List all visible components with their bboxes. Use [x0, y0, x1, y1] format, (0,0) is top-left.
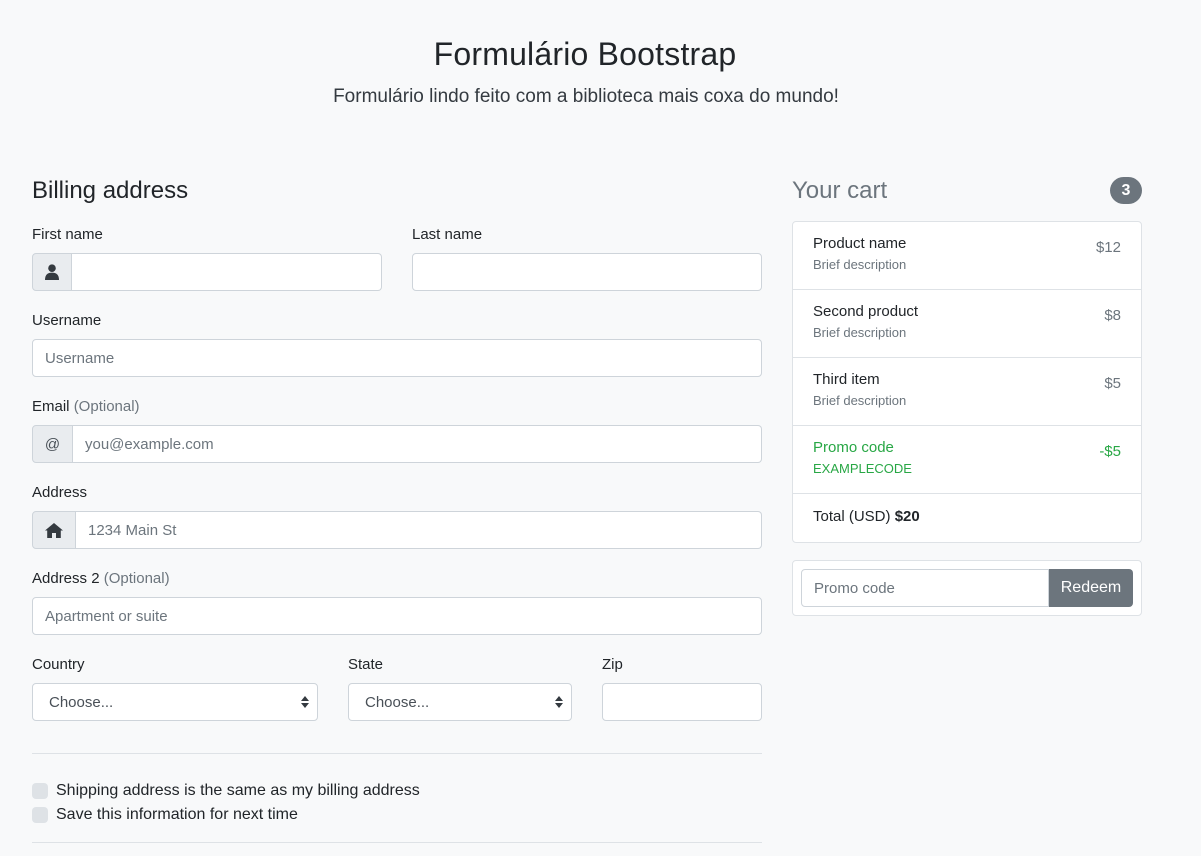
same-address-checkbox[interactable]: Shipping address is the same as my billi…: [32, 782, 420, 800]
last-name-label: Last name: [412, 226, 483, 243]
last-name-input[interactable]: [412, 253, 762, 291]
redeem-button[interactable]: Redeem: [1049, 569, 1133, 607]
select-caret-icon: [301, 696, 309, 708]
country-label: Country: [32, 656, 85, 673]
first-name-input[interactable]: [72, 253, 382, 291]
username-label: Username: [32, 312, 102, 329]
first-name-label: First name: [32, 226, 103, 243]
item-name: Product name: [813, 235, 907, 252]
at-sign-addon: @: [32, 425, 73, 463]
address-input[interactable]: 1234 Main St: [76, 511, 762, 549]
item-price: $12: [1095, 239, 1121, 256]
email-input[interactable]: you@example.com: [73, 425, 762, 463]
item-price: $5: [1104, 375, 1121, 392]
item-price: $8: [1104, 307, 1121, 324]
promo-code: EXAMPLECODE: [813, 461, 912, 476]
promo-name: Promo code: [813, 439, 894, 456]
item-description: Brief description: [813, 257, 907, 272]
total-value: $20: [894, 508, 920, 525]
email-label: Email (Optional): [32, 398, 140, 415]
home-icon: [32, 511, 76, 549]
zip-input[interactable]: [602, 683, 762, 721]
select-caret-icon: [555, 696, 563, 708]
cart-total: Total (USD) $20: [813, 508, 1121, 525]
page-title: Formulário Bootstrap: [433, 36, 737, 72]
address-label: Address: [32, 484, 88, 501]
checkbox-box[interactable]: [32, 807, 48, 823]
promo-amount: -$5: [1099, 443, 1121, 460]
country-select[interactable]: Choose...: [32, 683, 318, 721]
item-name: Second product: [813, 303, 919, 320]
cart-list: Product name Brief description $12 Secon…: [792, 221, 1142, 543]
email-group: @ you@example.com: [32, 425, 762, 463]
promo-code-input[interactable]: Promo code: [801, 569, 1049, 607]
state-label: State: [348, 656, 384, 673]
address2-label: Address 2 (Optional): [32, 570, 170, 587]
cart-heading: Your cart: [792, 177, 888, 204]
zip-label: Zip: [602, 656, 623, 673]
cart-item: Product name Brief description $12: [793, 222, 1141, 290]
item-description: Brief description: [813, 325, 907, 340]
total-label: Total (USD): [813, 508, 891, 525]
address2-optional-hint: (Optional): [103, 570, 170, 587]
item-description: Brief description: [813, 393, 907, 408]
cart-total-row: Total (USD) $20: [793, 494, 1141, 542]
checkbox-box[interactable]: [32, 783, 48, 799]
cart-item: Second product Brief description $8: [793, 290, 1141, 358]
first-name-group: [32, 253, 382, 291]
cart-item: Third item Brief description $5: [793, 358, 1141, 426]
user-icon: [32, 253, 72, 291]
cart-count-badge: 3: [1110, 177, 1142, 204]
promo-item: Promo code EXAMPLECODE -$5: [793, 426, 1141, 494]
email-optional-hint: (Optional): [73, 398, 140, 415]
divider: [32, 753, 762, 754]
address2-input[interactable]: Apartment or suite: [32, 597, 762, 635]
divider: [32, 842, 762, 843]
billing-heading: Billing address: [32, 177, 189, 204]
item-name: Third item: [813, 371, 880, 388]
username-input[interactable]: Username: [32, 339, 762, 377]
save-info-label: Save this information for next time: [56, 806, 298, 823]
promo-form: Promo code Redeem: [792, 560, 1142, 616]
page-subtitle: Formulário lindo feito com a biblioteca …: [333, 86, 839, 107]
save-info-checkbox[interactable]: Save this information for next time: [32, 806, 298, 824]
same-address-label: Shipping address is the same as my billi…: [56, 782, 420, 799]
state-select[interactable]: Choose...: [348, 683, 572, 721]
address-group: 1234 Main St: [32, 511, 762, 549]
